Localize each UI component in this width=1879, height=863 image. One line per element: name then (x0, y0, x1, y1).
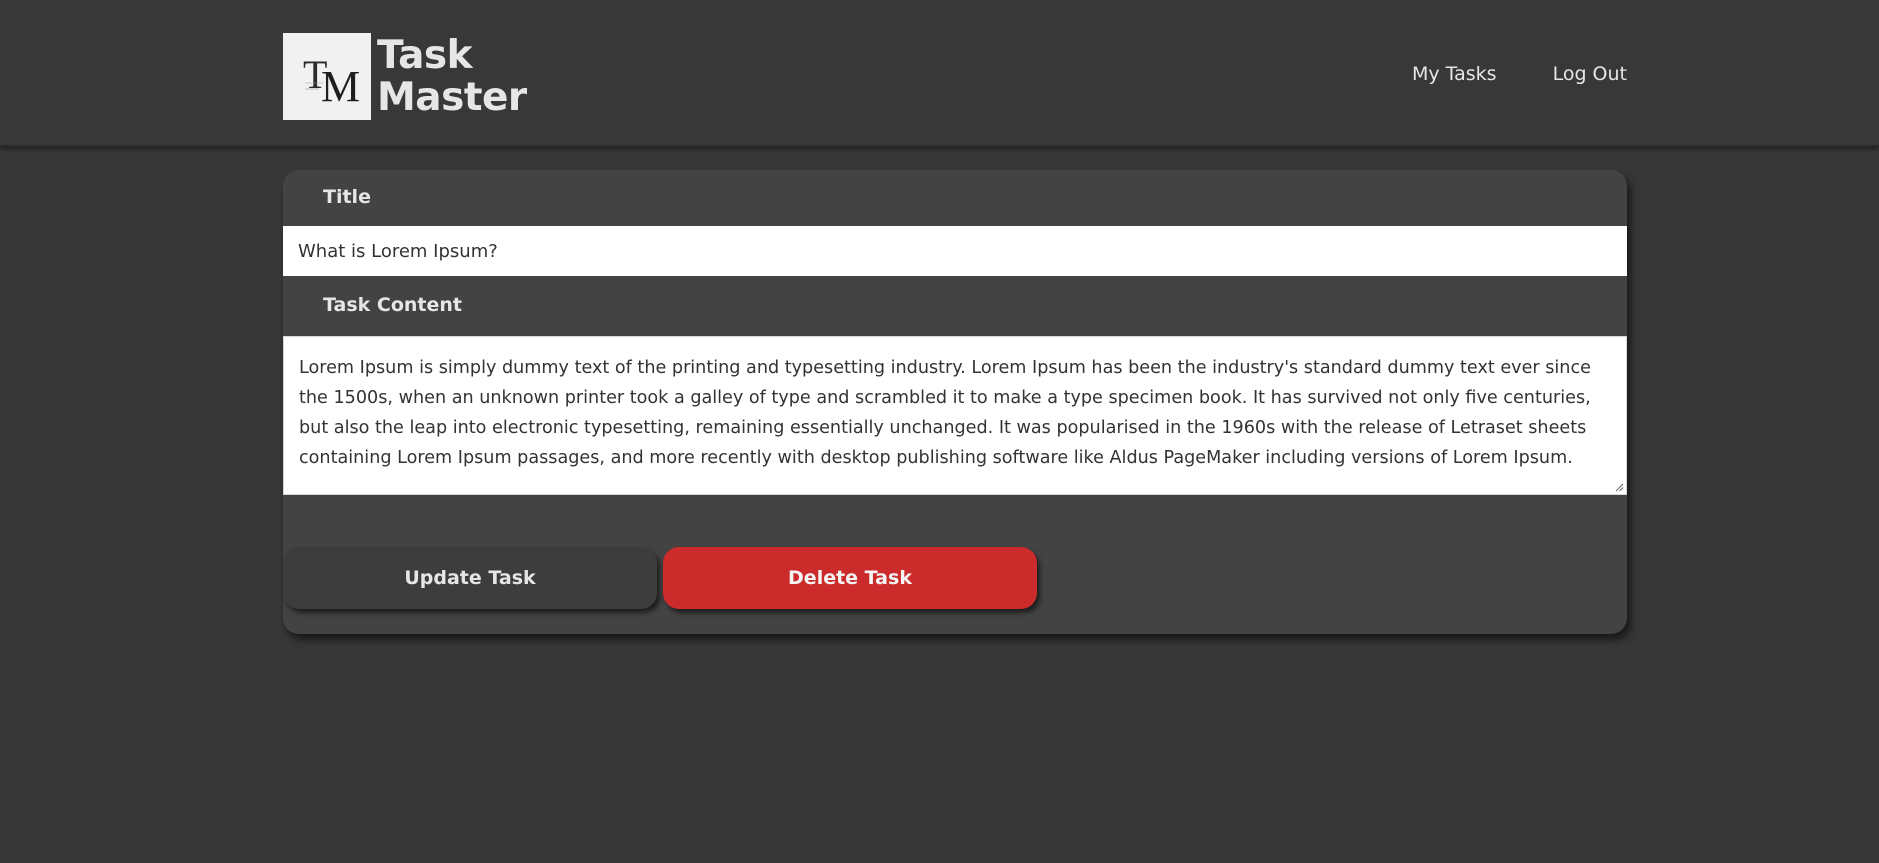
nav-log-out[interactable]: Log Out (1553, 61, 1627, 87)
top-nav: My Tasks Log Out (1412, 61, 1627, 87)
task-content-text: Lorem Ipsum is simply dummy text of the … (299, 358, 1591, 468)
brand-line-2: Master (377, 74, 527, 120)
task-content-textarea[interactable]: Lorem Ipsum is simply dummy text of the … (283, 336, 1627, 495)
delete-task-button[interactable]: Delete Task (663, 547, 1037, 609)
tm-logo-icon: T M (283, 33, 371, 120)
svg-text:M: M (321, 62, 360, 111)
update-task-button[interactable]: Update Task (283, 547, 657, 609)
nav-my-tasks[interactable]: My Tasks (1412, 61, 1497, 87)
title-input[interactable] (283, 226, 1627, 276)
site-header: T M Task Master My Tasks Log Out (0, 0, 1879, 147)
brand-name: Task Master (377, 32, 527, 120)
resize-grip-icon[interactable] (1614, 482, 1624, 492)
brand-line-1: Task (377, 32, 473, 78)
home-logo-link[interactable]: T M Task Master (283, 33, 527, 120)
task-content-label: Task Content (323, 294, 462, 316)
title-label: Title (323, 186, 371, 208)
edit-task-card: Title Task Content Lorem Ipsum is simply… (283, 170, 1627, 634)
